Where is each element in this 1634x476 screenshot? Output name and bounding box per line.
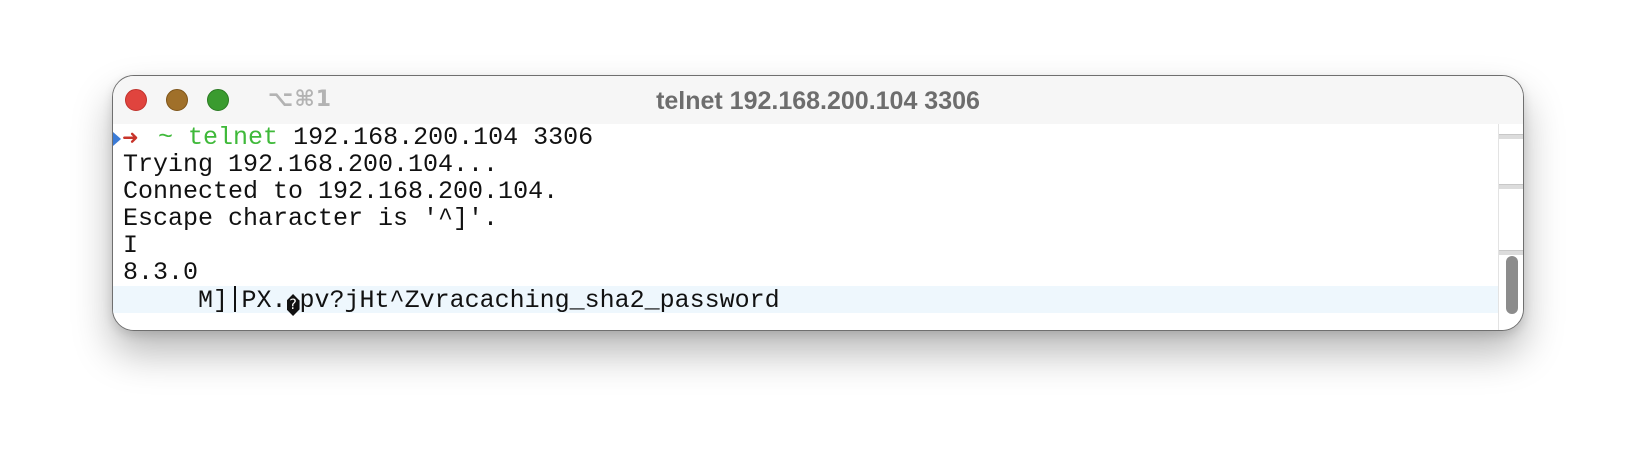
vertical-bar-glyph — [234, 286, 236, 312]
scrollbar[interactable] — [1498, 124, 1523, 330]
prompt-tilde: ~ — [158, 123, 174, 152]
terminal-window: ⌥⌘1 telnet 192.168.200.104 3306 ➜ ~ teln… — [112, 75, 1524, 331]
scroll-mark — [1499, 134, 1523, 139]
output-line: Escape character is '^]'. — [113, 205, 1498, 232]
output-text: Escape character is '^]'. — [123, 204, 499, 233]
output-text: I — [123, 231, 139, 260]
prompt-arrow-icon: ➜ — [122, 125, 139, 149]
output-line: Trying 192.168.200.104... — [113, 151, 1498, 178]
mark-icon — [113, 132, 121, 146]
terminal-content[interactable]: ➜ ~ telnet 192.168.200.104 3306 Trying 1… — [113, 124, 1498, 330]
prompt-line: ➜ ~ telnet 192.168.200.104 3306 — [113, 124, 1498, 151]
prompt-args: 192.168.200.104 3306 — [293, 123, 594, 152]
output-text: PX. — [241, 286, 287, 315]
output-text: 8.3.0 — [123, 258, 199, 287]
title-bar[interactable]: ⌥⌘1 telnet 192.168.200.104 3306 — [113, 76, 1523, 124]
window-title: telnet 192.168.200.104 3306 — [656, 87, 980, 115]
output-text: M] — [123, 286, 229, 315]
current-line[interactable]: M] PX.? pv?jHt^Zvracaching_sha2_password — [113, 286, 1498, 316]
output-text: Connected to 192.168.200.104. — [123, 177, 559, 206]
replacement-char-icon: ? — [286, 294, 300, 316]
output-text: pv?jHt^Zvracaching_sha2_password — [299, 286, 780, 315]
scroll-mark — [1499, 184, 1523, 189]
scroll-mark — [1499, 250, 1523, 255]
output-line: I — [113, 232, 1498, 259]
prompt-command: telnet — [188, 123, 279, 152]
scroll-thumb[interactable] — [1506, 256, 1518, 314]
output-line: Connected to 192.168.200.104. — [113, 178, 1498, 205]
output-text: Trying 192.168.200.104... — [123, 150, 499, 179]
output-line: 8.3.0 — [113, 259, 1498, 286]
